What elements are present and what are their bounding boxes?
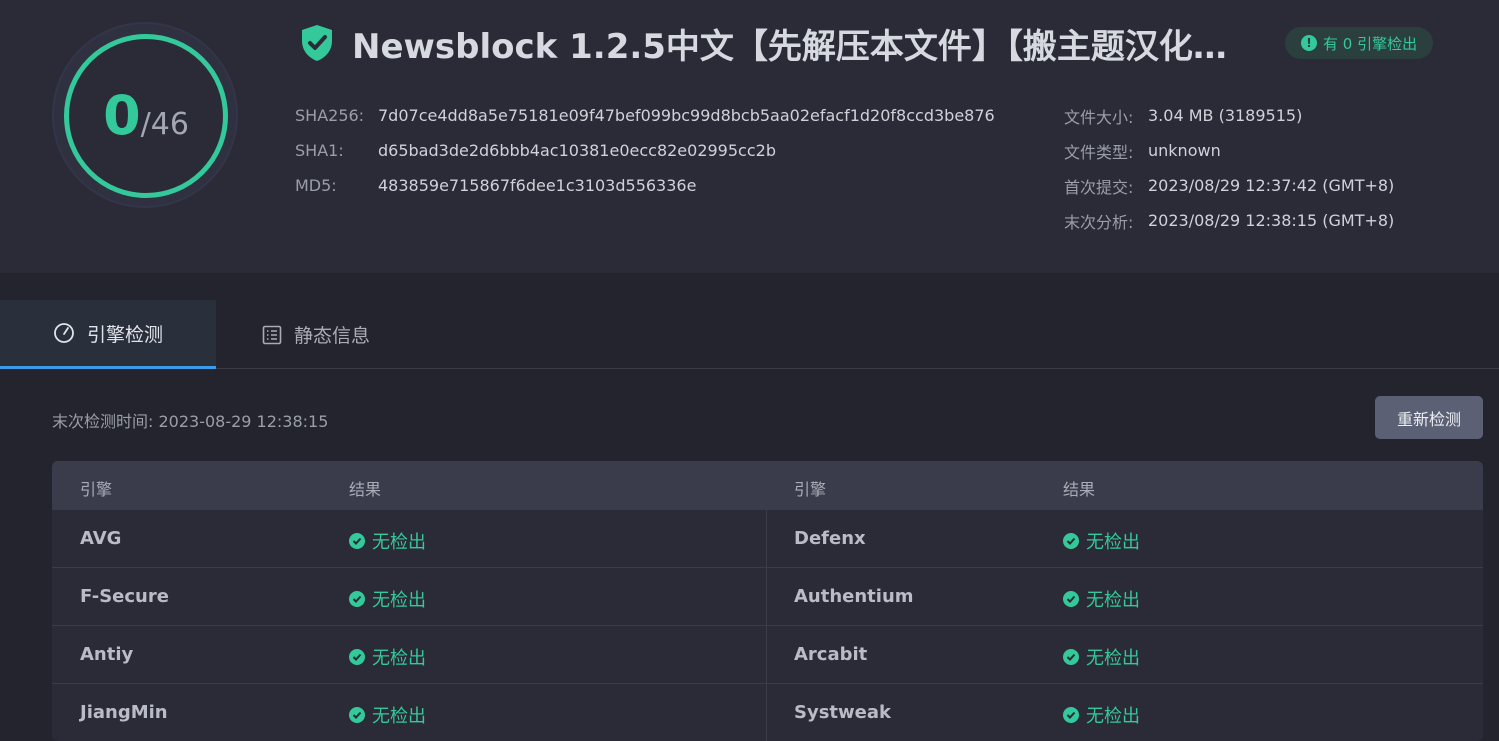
file-summary-header: 0 /46 Newsblock 1.2.5中文【先解压本文件】【搬主题汉化… !… — [0, 0, 1499, 273]
table-row: JiangMin 无检出 Systweak 无检出 — [52, 683, 1483, 741]
col-engine-header: 引擎 — [794, 480, 827, 499]
tab-engine-detection[interactable]: 引擎检测 — [0, 300, 216, 369]
col-result-header: 结果 — [349, 480, 382, 499]
last-check-time: 末次检测时间: 2023-08-29 12:38:15 — [52, 412, 329, 431]
hash-value: d65bad3de2d6bbb4ac10381e0ecc82e02995cc2b — [378, 141, 776, 160]
file-title: Newsblock 1.2.5中文【先解压本文件】【搬主题汉化… — [352, 26, 1227, 67]
hash-label: SHA256: — [295, 106, 365, 125]
table-row: Antiy 无检出 Arcabit 无检出 — [52, 625, 1483, 684]
column-divider — [766, 684, 767, 741]
tab-label: 静态信息 — [293, 325, 370, 347]
check-circle-icon — [349, 591, 365, 607]
tab-static-info[interactable]: 静态信息 — [216, 300, 416, 369]
column-divider — [766, 510, 767, 568]
hash-label: MD5: — [295, 176, 337, 195]
engine-name: JiangMin — [80, 702, 168, 723]
detection-status-badge: ! 有 0 引擎检出 — [1285, 27, 1434, 59]
engine-result: 无检出 — [1063, 644, 1140, 670]
hash-value: 483859e715867f6dee1c3103d556336e — [378, 176, 697, 195]
table-row: F-Secure 无检出 Authentium 无检出 — [52, 567, 1483, 626]
engine-name: Authentium — [794, 586, 914, 607]
column-divider — [766, 626, 767, 684]
result-label: 无检出 — [1086, 648, 1140, 669]
table-row: AVG 无检出 Defenx 无检出 — [52, 509, 1483, 568]
tab-bar: 引擎检测 静态信息 — [0, 300, 1499, 369]
engine-total: /46 — [140, 106, 189, 142]
hash-list: SHA256: 7d07ce4dd8a5e75181e09f47bef099bc… — [295, 98, 995, 203]
detection-count: 0 — [103, 84, 141, 147]
column-divider — [766, 568, 767, 626]
engine-name: Arcabit — [794, 644, 868, 665]
meta-file-type: 文件类型: unknown — [1064, 133, 1394, 168]
engine-result: 无检出 — [349, 702, 426, 728]
meta-last-analysis: 末次分析: 2023/08/29 12:38:15 (GMT+8) — [1064, 203, 1394, 238]
result-label: 无检出 — [372, 590, 426, 611]
engine-results-table: 引擎 结果 引擎 结果 AVG 无检出 Defenx 无检出 F-Secure … — [52, 461, 1483, 741]
meta-value: 2023/08/29 12:37:42 (GMT+8) — [1148, 176, 1395, 195]
meta-value: 3.04 MB (3189515) — [1148, 106, 1303, 125]
engine-result: 无检出 — [1063, 528, 1140, 554]
meta-label: 文件类型: — [1064, 142, 1134, 162]
result-label: 无检出 — [1086, 532, 1140, 553]
rescan-button[interactable]: 重新检测 — [1375, 396, 1483, 439]
hash-sha1: SHA1: d65bad3de2d6bbb4ac10381e0ecc82e029… — [295, 133, 995, 168]
check-circle-icon — [349, 533, 365, 549]
engine-result: 无检出 — [1063, 586, 1140, 612]
engine-name: AVG — [80, 528, 122, 549]
result-label: 无检出 — [1086, 590, 1140, 611]
hash-label: SHA1: — [295, 141, 344, 160]
file-title-row: Newsblock 1.2.5中文【先解压本文件】【搬主题汉化… — [300, 22, 1242, 67]
col-result-header: 结果 — [1063, 480, 1096, 499]
check-circle-icon — [1063, 533, 1079, 549]
engine-name: Antiy — [80, 644, 134, 665]
file-meta-list: 文件大小: 3.04 MB (3189515) 文件类型: unknown 首次… — [1064, 98, 1394, 238]
engine-name: Defenx — [794, 528, 866, 549]
meta-file-size: 文件大小: 3.04 MB (3189515) — [1064, 98, 1394, 133]
meta-label: 文件大小: — [1064, 107, 1134, 127]
col-engine-header: 引擎 — [80, 480, 113, 499]
meta-label: 首次提交: — [1064, 177, 1134, 197]
shield-check-icon — [302, 25, 332, 61]
meta-label: 末次分析: — [1064, 212, 1134, 232]
gauge-icon — [54, 323, 74, 343]
meta-value: unknown — [1148, 141, 1221, 160]
hash-value: 7d07ce4dd8a5e75181e09f47bef099bc99d8bcb5… — [378, 106, 995, 125]
result-label: 无检出 — [372, 648, 426, 669]
document-list-icon — [262, 325, 282, 344]
engine-name: Systweak — [794, 702, 891, 723]
hash-sha256: SHA256: 7d07ce4dd8a5e75181e09f47bef099bc… — [295, 98, 995, 133]
check-circle-icon — [349, 649, 365, 665]
detection-score-ring: 0 /46 — [64, 34, 228, 198]
check-circle-icon — [349, 707, 365, 723]
engine-result: 无检出 — [349, 528, 426, 554]
hash-md5: MD5: 483859e715867f6dee1c3103d556336e — [295, 168, 995, 203]
result-label: 无检出 — [1086, 706, 1140, 727]
engine-result: 无检出 — [1063, 702, 1140, 728]
engine-result: 无检出 — [349, 586, 426, 612]
badge-label: 有 0 引擎检出 — [1323, 34, 1418, 53]
exclamation-icon: ! — [1301, 35, 1317, 51]
meta-value: 2023/08/29 12:38:15 (GMT+8) — [1148, 211, 1395, 230]
engine-result: 无检出 — [349, 644, 426, 670]
meta-first-submit: 首次提交: 2023/08/29 12:37:42 (GMT+8) — [1064, 168, 1394, 203]
table-header: 引擎 结果 引擎 结果 — [52, 461, 1483, 509]
check-circle-icon — [1063, 707, 1079, 723]
engine-name: F-Secure — [80, 586, 169, 607]
tab-label: 引擎检测 — [86, 323, 163, 346]
check-circle-icon — [1063, 649, 1079, 665]
result-label: 无检出 — [372, 706, 426, 727]
result-label: 无检出 — [372, 532, 426, 553]
check-circle-icon — [1063, 591, 1079, 607]
